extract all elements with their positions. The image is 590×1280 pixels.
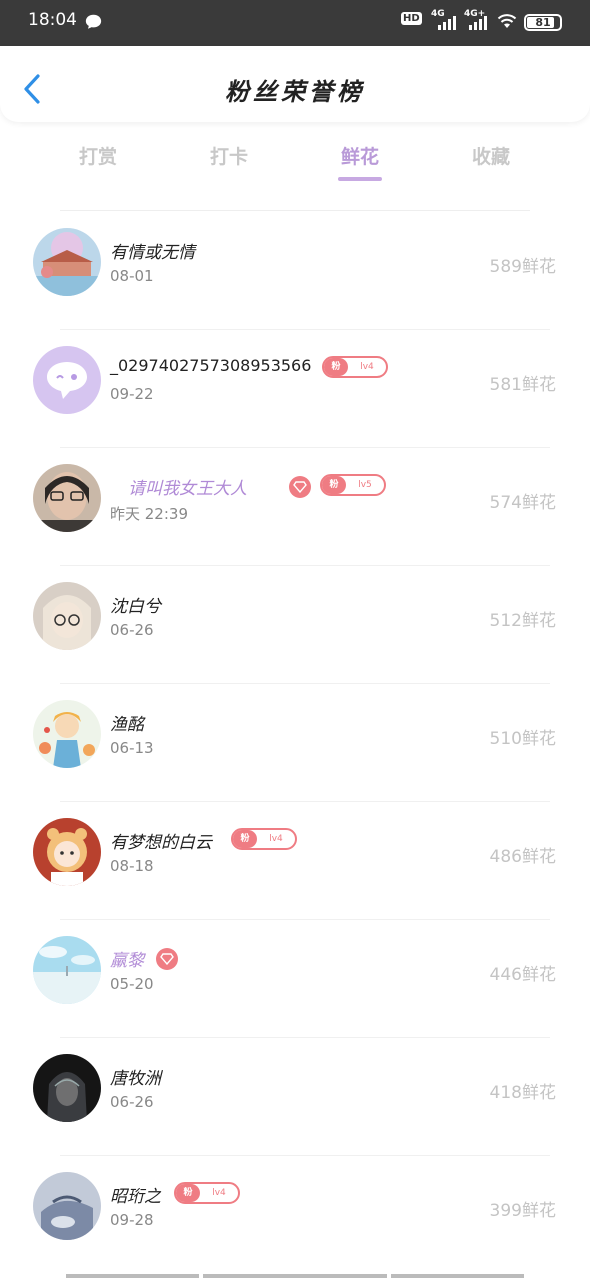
date: 08-01 — [110, 267, 154, 285]
flower-count: 512鲜花 — [489, 611, 556, 631]
tab-favorites[interactable]: 收藏 — [451, 142, 531, 169]
diamond-vip-icon — [289, 476, 311, 498]
level-label: lv5 — [358, 480, 372, 490]
avatar[interactable] — [33, 700, 101, 768]
bottom-nav-indicator — [66, 1274, 524, 1278]
date: 06-26 — [110, 621, 154, 639]
level-label: lv4 — [360, 362, 374, 372]
list-item[interactable]: 渔酩 06-13 510鲜花 — [0, 684, 590, 802]
fan-label: 粉 — [324, 358, 348, 376]
list-item[interactable]: 沈白兮 06-26 512鲜花 — [0, 566, 590, 684]
list-item[interactable]: 有情或无情 08-01 589鲜花 — [0, 212, 590, 330]
tab-checkin[interactable]: 打卡 — [189, 142, 269, 169]
flower-count: 399鲜花 — [489, 1201, 556, 1221]
list-item[interactable]: 请叫我女王大人 粉 lv5 昨天 22:39 574鲜花 — [0, 448, 590, 566]
username: 请叫我女王大人 — [128, 479, 247, 499]
status-time: 18:04 — [28, 10, 77, 30]
hd-icon: HD — [401, 12, 422, 25]
tab-flowers[interactable]: 鲜花 — [320, 142, 400, 169]
status-bar: 18:04 HD 4G 4G+ 81 — [0, 0, 590, 46]
username: 羸黎 — [110, 951, 144, 971]
date: 06-13 — [110, 739, 154, 757]
avatar[interactable] — [33, 582, 101, 650]
list-item[interactable]: 有梦想的白云 粉 lv4 08-18 486鲜花 — [0, 802, 590, 920]
fan-level-badge: 粉 lv5 — [320, 474, 386, 496]
date: 05-20 — [110, 975, 154, 993]
avatar[interactable] — [33, 1054, 101, 1122]
level-label: lv4 — [269, 834, 283, 844]
battery-level: 81 — [535, 16, 551, 29]
tab-reward[interactable]: 打赏 — [58, 142, 138, 169]
flower-count: 510鲜花 — [489, 729, 556, 749]
username: 沈白兮 — [110, 597, 161, 617]
flower-count: 589鲜花 — [489, 257, 556, 277]
avatar[interactable] — [33, 464, 101, 532]
date: 06-26 — [110, 1093, 154, 1111]
username: 有情或无情 — [110, 243, 195, 263]
battery-icon: 81 — [524, 14, 562, 31]
tab-bar: 打赏 打卡 鲜花 收藏 — [0, 130, 590, 188]
username: 渔酩 — [110, 715, 144, 735]
divider — [60, 210, 530, 211]
active-tab-indicator — [338, 177, 382, 181]
diamond-vip-icon — [156, 948, 178, 970]
flower-count: 574鲜花 — [489, 493, 556, 513]
fan-level-badge: 粉 lv4 — [174, 1182, 240, 1204]
header: 粉丝荣誉榜 — [0, 46, 590, 122]
avatar[interactable] — [33, 1172, 101, 1240]
username: _0297402757308953566 — [110, 356, 312, 375]
avatar[interactable] — [33, 346, 101, 414]
signal-icon-2 — [469, 14, 487, 30]
flower-count: 418鲜花 — [489, 1083, 556, 1103]
message-icon — [85, 14, 102, 29]
list-item[interactable]: 唐牧洲 06-26 418鲜花 — [0, 1038, 590, 1156]
fan-label: 粉 — [322, 476, 346, 494]
username: 有梦想的白云 — [110, 833, 212, 853]
avatar[interactable] — [33, 936, 101, 1004]
flower-count: 446鲜花 — [489, 965, 556, 985]
date: 08-18 — [110, 857, 154, 875]
flower-count: 486鲜花 — [489, 847, 556, 867]
list-item[interactable]: 羸黎 05-20 446鲜花 — [0, 920, 590, 1038]
date: 09-22 — [110, 385, 154, 403]
wifi-icon — [497, 14, 517, 28]
date: 昨天 22:39 — [110, 505, 188, 523]
fan-label: 粉 — [233, 830, 257, 848]
fan-level-badge: 粉 lv4 — [322, 356, 388, 378]
signal-icon-1 — [438, 14, 456, 30]
avatar[interactable] — [33, 818, 101, 886]
page-title: 粉丝荣誉榜 — [225, 77, 365, 106]
level-label: lv4 — [212, 1188, 226, 1198]
fan-level-badge: 粉 lv4 — [231, 828, 297, 850]
list-item[interactable]: 昭珩之 粉 lv4 09-28 399鲜花 — [0, 1156, 590, 1274]
username: 昭珩之 — [110, 1187, 161, 1207]
username: 唐牧洲 — [110, 1069, 161, 1089]
fan-label: 粉 — [176, 1184, 200, 1202]
avatar[interactable] — [33, 228, 101, 296]
flower-count: 581鲜花 — [489, 375, 556, 395]
list-item[interactable]: _0297402757308953566 粉 lv4 09-22 581鲜花 — [0, 330, 590, 448]
date: 09-28 — [110, 1211, 154, 1229]
